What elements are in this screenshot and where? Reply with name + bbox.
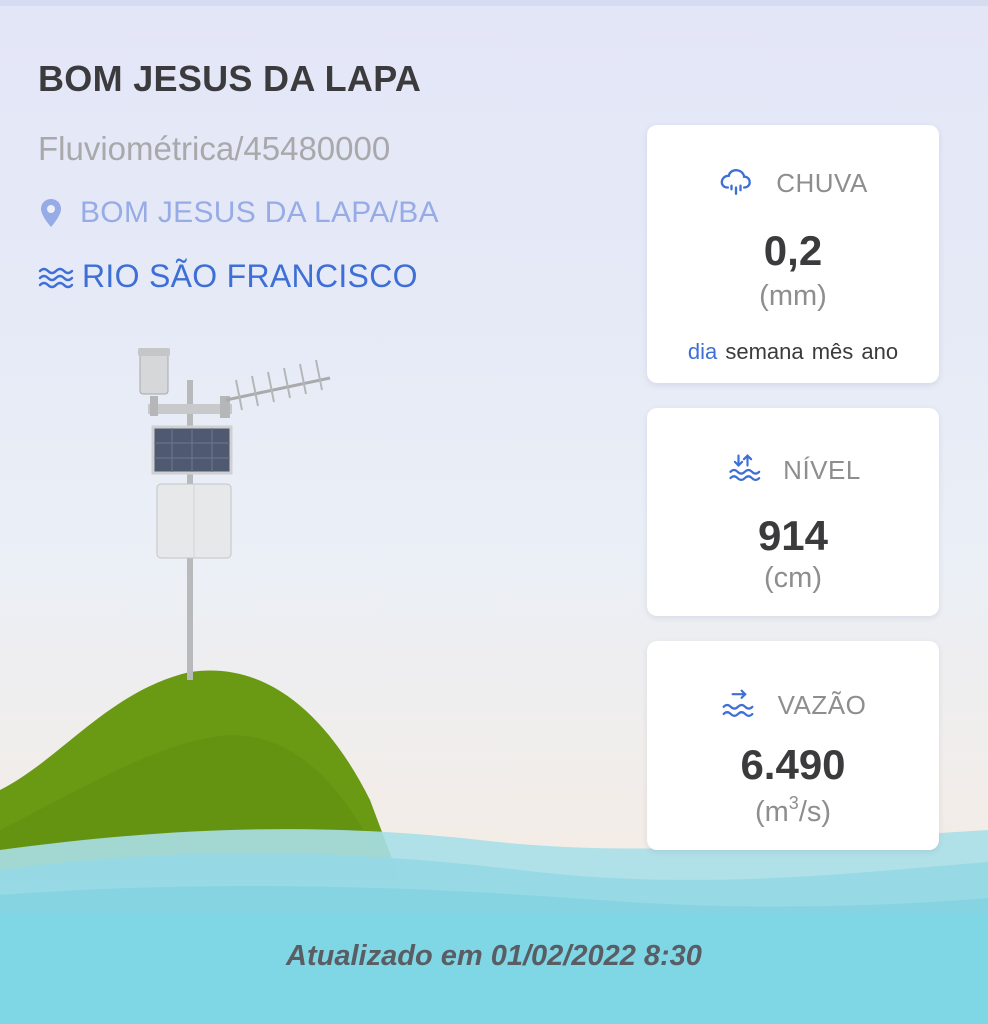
flow-card: VAZÃO 6.490 (m3/s) [647, 641, 939, 850]
period-tabs: dia semana mês ano [647, 339, 939, 365]
period-tab-year[interactable]: ano [861, 339, 898, 364]
flow-card-header: VAZÃO [647, 687, 939, 723]
rain-label: CHUVA [776, 167, 868, 198]
last-updated: Atualizado em 01/02/2022 8:30 [286, 940, 702, 972]
level-value: 914 [757, 512, 829, 559]
rain-value: 0,2 [763, 227, 823, 274]
period-tab-week[interactable]: semana [725, 339, 803, 364]
rain-unit: (mm) [759, 280, 827, 312]
level-card-header: NÍVEL [647, 452, 939, 488]
flow-value: 6.490 [740, 741, 846, 788]
rain-card-header: CHUVA [647, 165, 939, 201]
period-tab-day[interactable]: dia [688, 339, 717, 364]
water-waves-icon [38, 267, 74, 288]
map-pin-icon [41, 199, 61, 227]
period-tab-month[interactable]: mês [812, 339, 854, 364]
station-title: BOM JESUS DA LAPA [38, 58, 422, 99]
level-unit: (cm) [764, 562, 822, 594]
flow-unit: (m3/s) [754, 793, 832, 828]
level-label: NÍVEL [783, 454, 861, 485]
rain-card: CHUVA 0,2 (mm) dia semana mês ano [647, 125, 939, 383]
level-card: NÍVEL 914 (cm) [647, 408, 939, 616]
flow-label: VAZÃO [777, 689, 867, 720]
cloud-rain-icon [720, 169, 752, 195]
station-code: Fluviométrica/45480000 [38, 130, 391, 167]
water-level-icon [729, 454, 761, 481]
water-flow-icon [722, 689, 754, 717]
station-location: BOM JESUS DA LAPA/BA [38, 196, 439, 230]
river-label: RIO SÃO FRANCISCO [82, 258, 418, 294]
location-label: BOM JESUS DA LAPA/BA [80, 196, 439, 229]
station-river[interactable]: RIO SÃO FRANCISCO [38, 258, 418, 295]
